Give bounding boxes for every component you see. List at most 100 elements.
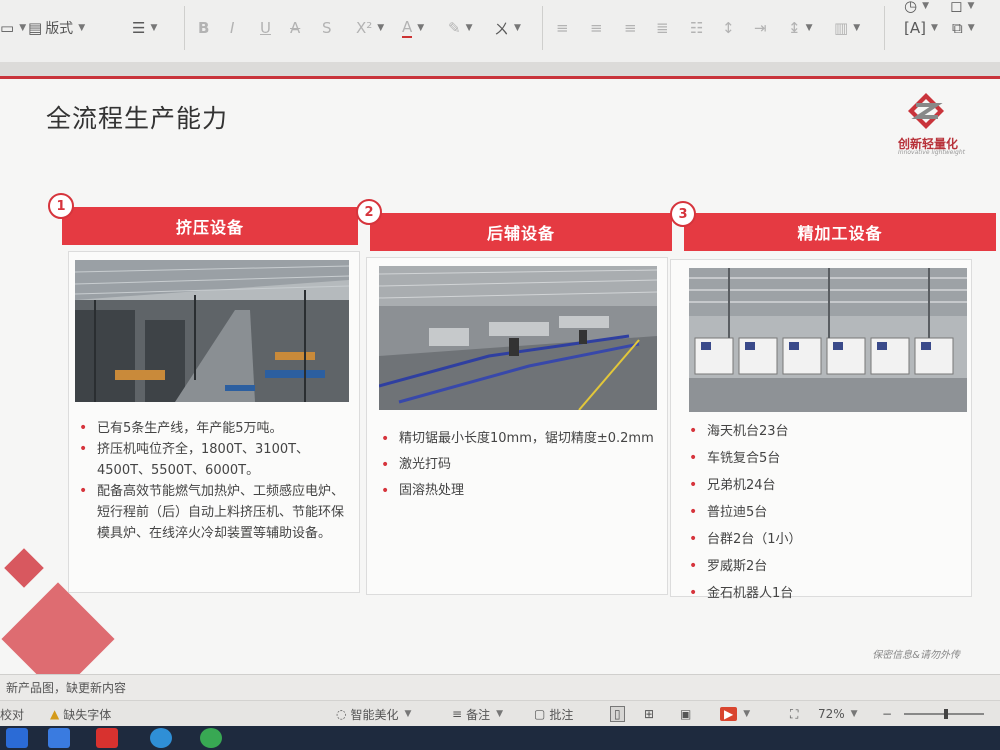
notes-text[interactable]: 新产品图，缺更新内容 xyxy=(6,681,126,695)
align-center-button[interactable]: ≡ xyxy=(590,14,603,42)
line-spacing-icon: ↕ xyxy=(722,19,735,37)
columns-button[interactable]: ▥ ▼ xyxy=(834,14,860,42)
list-item: 精切锯最小长度10mm，锯切精度±0.2mm xyxy=(377,426,659,452)
strikethrough-button[interactable]: A xyxy=(290,14,300,42)
grid-view-icon: ⊞ xyxy=(644,707,655,721)
zoom-level[interactable]: 72% ▼ xyxy=(818,701,858,727)
logo-subtext: Innovative lightweight xyxy=(898,149,965,156)
list-item: 车铣复合5台 xyxy=(685,445,967,472)
list-item: 固溶热处理 xyxy=(377,478,659,504)
chat-app-icon[interactable] xyxy=(200,728,222,748)
underline-button[interactable]: U xyxy=(260,14,271,42)
start-app-icon[interactable] xyxy=(6,728,28,748)
slide-sorter-button[interactable]: ⊞ xyxy=(644,701,654,727)
slideshow-button[interactable]: ▶ ▼ xyxy=(720,701,750,727)
align-left-button[interactable]: ≡ xyxy=(556,14,569,42)
chevron-down-icon: ▼ xyxy=(496,709,503,719)
missing-font-button[interactable]: ▲ 缺失字体 xyxy=(50,701,111,727)
app-icon[interactable] xyxy=(48,728,70,748)
proofread-label: 校对 xyxy=(0,707,25,722)
fit-window-button[interactable]: ⛶ xyxy=(790,701,798,727)
superscript-button[interactable]: X² ▼ xyxy=(356,14,384,42)
font-color-icon: A xyxy=(402,18,413,38)
step-number-badge: 3 xyxy=(670,201,696,227)
align-left-icon: ≡ xyxy=(556,19,569,37)
company-logo: 创新轻量化 Innovative lightweight xyxy=(890,89,970,159)
post-processing-workshop-photo[interactable] xyxy=(379,266,657,410)
distributed-button[interactable]: ☷ xyxy=(690,14,703,42)
list-item: 台群2台（1小） xyxy=(685,526,967,553)
chevron-down-icon: ▼ xyxy=(19,23,27,33)
indent-button[interactable]: ⇥ xyxy=(754,14,767,42)
underline-icon: U xyxy=(260,19,271,37)
smart-beautify-button[interactable]: ◌ 智能美化 ▼ xyxy=(336,701,411,727)
distributed-icon: ☷ xyxy=(690,19,704,37)
highlight-button[interactable]: ✎ ▼ xyxy=(448,14,473,42)
card-header-finishing[interactable]: 精加工设备 xyxy=(684,213,996,251)
slide-title[interactable]: 全流程生产能力 xyxy=(46,99,228,135)
zoom-slider-thumb[interactable] xyxy=(944,709,948,719)
chevron-down-icon: ▼ xyxy=(922,1,930,11)
italic-button[interactable]: I xyxy=(230,14,234,42)
justify-button[interactable]: ≣ xyxy=(656,14,669,42)
speaker-notes[interactable]: 新产品图，缺更新内容 xyxy=(0,674,1000,700)
chevron-down-icon: ▼ xyxy=(78,23,86,33)
slide[interactable]: 全流程生产能力 创新轻量化 Innovative lightweight 挤压设… xyxy=(0,76,1000,696)
toolbar-divider xyxy=(884,6,885,50)
align-right-button[interactable]: ≡ xyxy=(624,14,637,42)
section-button[interactable]: ☰ ▼ xyxy=(132,14,157,42)
card-title: 后辅设备 xyxy=(486,224,555,243)
comments-button[interactable]: ▢ 批注 xyxy=(534,701,573,727)
text-box-button[interactable]: ▭ ▼ xyxy=(0,14,26,42)
step-number-badge: 2 xyxy=(356,199,382,225)
line-spacing-button[interactable]: ↕ xyxy=(722,14,735,42)
zoom-out-button[interactable]: − xyxy=(882,701,892,727)
comment-icon: ▢ xyxy=(534,707,546,721)
comments-label: 批注 xyxy=(549,707,574,722)
align-center-icon: ≡ xyxy=(590,19,603,37)
notes-button[interactable]: ≡ 备注 ▼ xyxy=(452,701,503,727)
list-item: 兄弟机24台 xyxy=(685,472,967,499)
text-frame-button[interactable]: [A] ▼ xyxy=(904,14,938,42)
layout-icon: ▤ xyxy=(28,19,43,37)
card-bullet-list: 已有5条生产线，年产能5万吨。 挤压机吨位齐全，1800T、3100T、4500… xyxy=(75,418,353,544)
shadow-button[interactable]: S xyxy=(322,14,332,42)
layout-button[interactable]: ▤ 版式 ▼ xyxy=(28,14,85,42)
reading-view-button[interactable]: ▣ xyxy=(680,701,691,727)
bold-button[interactable]: B xyxy=(198,14,209,42)
superscript-icon: X² xyxy=(356,19,373,37)
font-color-button[interactable]: A ▼ xyxy=(402,14,424,42)
list-item: 海天机台23台 xyxy=(685,418,967,445)
zoom-slider[interactable] xyxy=(904,701,984,727)
line-height-button[interactable]: ↨ ▼ xyxy=(788,14,813,42)
ribbon-toolbar: ▭ ▼ ▤ 版式 ▼ ☰ ▼ B I U A S X² ▼ A ▼ ✎ ▼ ㄨ ▼ ≡ ≡ … xyxy=(0,0,1000,63)
slide-canvas: 全流程生产能力 创新轻量化 Innovative lightweight 挤压设… xyxy=(0,62,1000,696)
beautify-label: 智能美化 xyxy=(350,707,399,722)
normal-view-button[interactable]: ▯ xyxy=(610,701,625,727)
chevron-down-icon: ▼ xyxy=(850,709,858,719)
card-header-post-processing[interactable]: 后辅设备 xyxy=(370,213,672,251)
chevron-down-icon: ▼ xyxy=(404,709,412,719)
step-number-badge: 1 xyxy=(48,193,74,219)
card-title: 精加工设备 xyxy=(797,224,883,243)
chevron-down-icon: ▼ xyxy=(967,23,975,33)
chevron-down-icon: ▼ xyxy=(930,23,938,33)
chevron-down-icon: ▼ xyxy=(967,1,975,11)
finishing-workshop-photo[interactable] xyxy=(689,268,967,412)
strikethrough-icon: A xyxy=(290,19,301,37)
proofread-button[interactable]: 校对 xyxy=(0,701,24,727)
copy-format-button[interactable]: ⧉ ▼ xyxy=(952,14,975,42)
card-bullet-list: 精切锯最小长度10mm，锯切精度±0.2mm 激光打码 固溶热处理 xyxy=(377,426,659,504)
decorative-diamond xyxy=(4,548,44,588)
extrusion-workshop-photo[interactable] xyxy=(75,260,349,402)
card-title: 挤压设备 xyxy=(175,218,244,237)
card-body-post-processing: 精切锯最小长度10mm，锯切精度±0.2mm 激光打码 固溶热处理 xyxy=(366,257,668,595)
bold-icon: B xyxy=(198,19,210,37)
logo-mark-icon xyxy=(908,93,944,129)
wps-app-icon[interactable] xyxy=(96,728,118,748)
browser-app-icon[interactable] xyxy=(150,728,172,748)
card-header-extrusion[interactable]: 挤压设备 xyxy=(62,207,358,245)
arrange-icon: ◻ xyxy=(950,0,963,15)
toolbar-divider xyxy=(184,6,185,50)
phonetic-button[interactable]: ㄨ ▼ xyxy=(494,14,521,42)
